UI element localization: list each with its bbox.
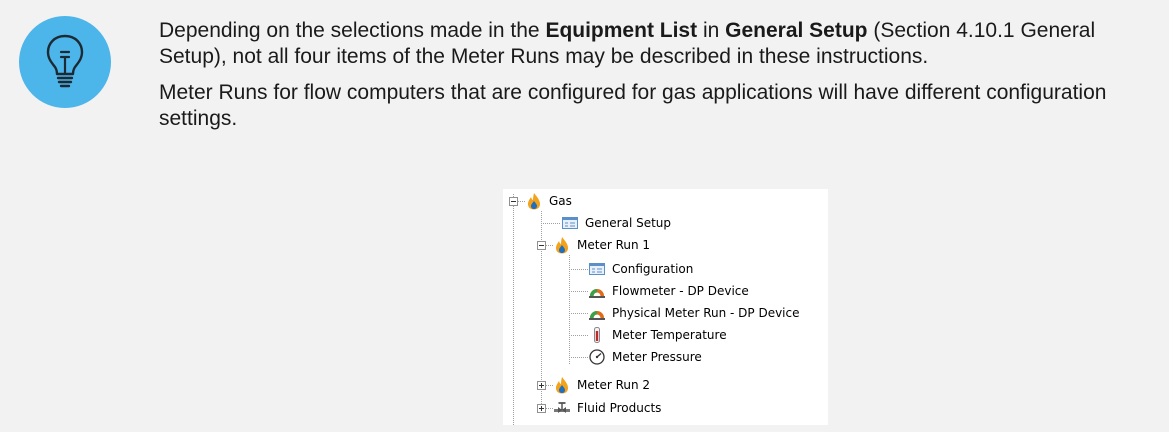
flame-icon bbox=[553, 236, 571, 254]
form-icon bbox=[588, 260, 606, 278]
tree-node-meter-run-2[interactable]: Meter Run 2 bbox=[553, 375, 650, 395]
lightbulb-icon bbox=[19, 16, 111, 108]
valve-icon bbox=[553, 399, 571, 417]
flame-icon bbox=[525, 192, 543, 210]
flame-icon bbox=[553, 376, 571, 394]
tree-node-gas[interactable]: Gas bbox=[525, 191, 572, 211]
tree-node-meter-temperature[interactable]: Meter Temperature bbox=[588, 325, 727, 345]
meter-run-1-collapse-toggle[interactable] bbox=[537, 241, 546, 250]
gas-collapse-toggle[interactable] bbox=[509, 197, 518, 206]
tree-node-general-setup[interactable]: General Setup bbox=[561, 213, 671, 233]
tree-view: Gas General Setup Meter Run 1 Configurat… bbox=[503, 189, 828, 425]
form-icon bbox=[561, 214, 579, 232]
dp-device-icon bbox=[588, 304, 606, 322]
tree-node-configuration[interactable]: Configuration bbox=[588, 259, 693, 279]
note-text: Depending on the selections made in the … bbox=[159, 18, 1149, 142]
tree-node-fluid-products[interactable]: Fluid Products bbox=[553, 398, 661, 418]
tree-node-meter-run-1[interactable]: Meter Run 1 bbox=[553, 235, 650, 255]
tip-note: Depending on the selections made in the … bbox=[0, 0, 1169, 432]
meter-run-2-expand-toggle[interactable] bbox=[537, 381, 546, 390]
tree-node-physical-meter-run[interactable]: Physical Meter Run - DP Device bbox=[588, 303, 800, 323]
note-paragraph-2: Meter Runs for flow computers that are c… bbox=[159, 81, 1107, 130]
thermometer-icon bbox=[588, 326, 606, 344]
tree-node-flowmeter-dp-device[interactable]: Flowmeter - DP Device bbox=[588, 281, 749, 301]
pressure-gauge-icon bbox=[588, 348, 606, 366]
general-setup-term: General Setup bbox=[725, 19, 868, 42]
fluid-products-expand-toggle[interactable] bbox=[537, 404, 546, 413]
tree-node-meter-pressure[interactable]: Meter Pressure bbox=[588, 347, 702, 367]
equipment-list-term: Equipment List bbox=[545, 19, 698, 42]
dp-device-icon bbox=[588, 282, 606, 300]
note-paragraph-1: Depending on the selections made in the … bbox=[159, 19, 1096, 68]
